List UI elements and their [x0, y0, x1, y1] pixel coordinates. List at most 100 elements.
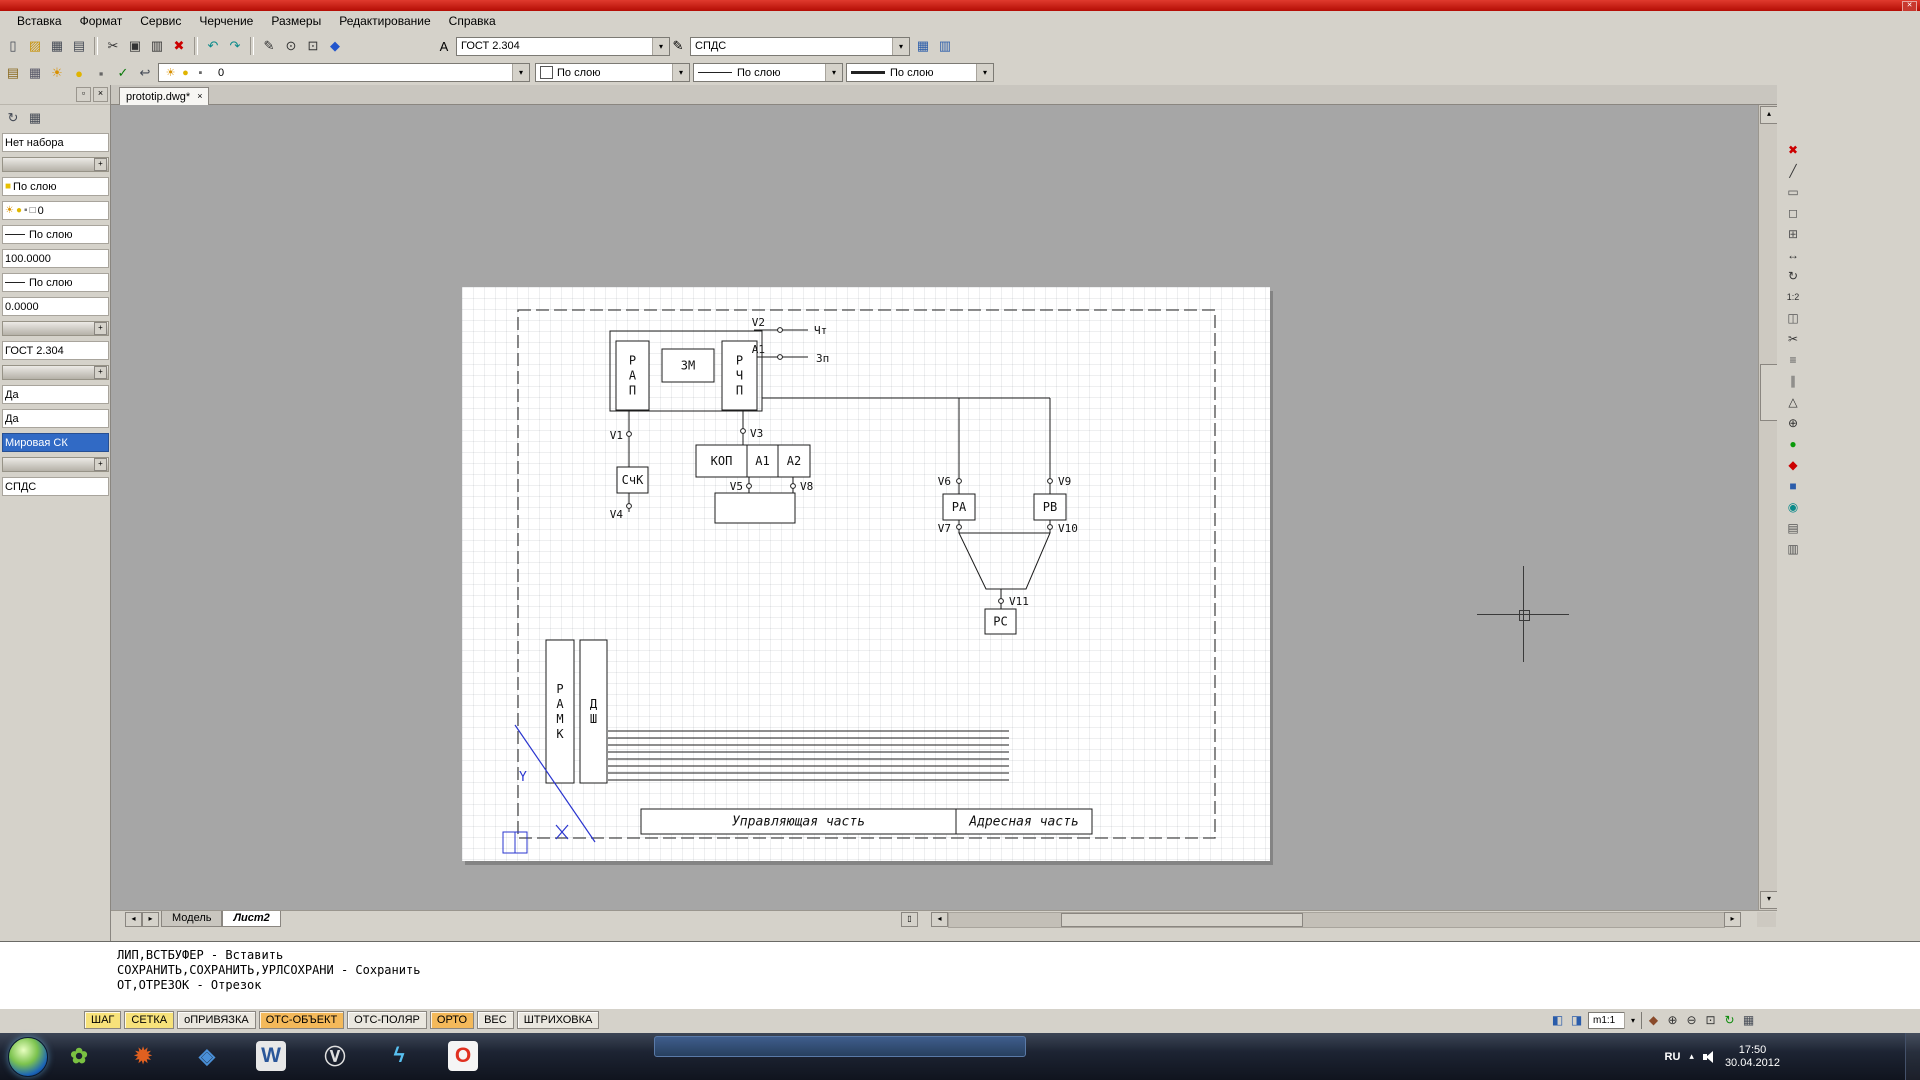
layer-on-icon[interactable]: ☀	[163, 66, 178, 79]
menu-item[interactable]: Черчение	[190, 11, 262, 32]
layer-lock-icon[interactable]: ▪	[193, 67, 208, 79]
rotate-tool-icon[interactable]: ↻	[1782, 266, 1804, 285]
word-icon[interactable]: W	[256, 1041, 286, 1071]
trim-tool-icon[interactable]: ✂	[1782, 329, 1804, 348]
scroll-thumb[interactable]	[1061, 913, 1303, 927]
property-section[interactable]: +	[2, 157, 109, 172]
chevron-down-icon[interactable]	[512, 64, 529, 81]
hatch-button[interactable]: ШТРИХОВКА	[517, 1011, 600, 1029]
language-indicator[interactable]: RU	[1665, 1051, 1681, 1063]
polygon-tool-icon[interactable]: ◻	[1782, 203, 1804, 222]
sheet-tool-icon[interactable]: ▤	[1782, 518, 1804, 537]
property-row[interactable]: Мировая СК	[2, 433, 109, 452]
section-toggle-icon[interactable]: +	[94, 366, 107, 379]
zoom-in-icon[interactable]: ⊕	[1663, 1011, 1682, 1029]
splitter-button[interactable]: ▯	[901, 912, 918, 927]
scroll-right-button[interactable]	[1724, 912, 1741, 927]
menu-item[interactable]: Размеры	[262, 11, 330, 32]
model-space-icon[interactable]: ◧	[1548, 1011, 1567, 1029]
chevron-down-icon[interactable]	[892, 38, 909, 55]
lightning-icon[interactable]: ϟ	[384, 1041, 414, 1071]
layers-tool-icon[interactable]: ≡	[1782, 350, 1804, 369]
lineweight-button[interactable]: ВЕС	[477, 1011, 514, 1029]
start-button[interactable]	[8, 1037, 48, 1077]
lock-status-icon[interactable]: ◆	[1644, 1011, 1663, 1029]
property-row[interactable]: По слою	[2, 225, 109, 244]
scroll-left-button[interactable]	[931, 912, 948, 927]
drawing-sheet[interactable]: РАПЗМРЧПКОПА1А2СчКРАРВРСРАМКДШУправляюща…	[462, 287, 1270, 861]
tab-scroll-right-button[interactable]	[142, 912, 159, 927]
show-desktop-button[interactable]	[1905, 1033, 1920, 1080]
panel-categories-icon[interactable]: ▦	[24, 107, 46, 129]
property-row[interactable]: Нет набора	[2, 133, 109, 152]
property-row[interactable]: Да	[2, 409, 109, 428]
volume-icon[interactable]	[1703, 1051, 1716, 1063]
panel-pin-icon[interactable]: ▫	[76, 87, 91, 102]
lineweight-combo[interactable]: По слою	[846, 63, 994, 82]
chevron-down-icon[interactable]	[825, 64, 842, 81]
tab-scroll-left-button[interactable]	[125, 912, 142, 927]
panel-refresh-icon[interactable]: ↻	[2, 107, 24, 129]
menu-item[interactable]: Справка	[440, 11, 505, 32]
property-row[interactable]: Да	[2, 385, 109, 404]
line-tool-icon[interactable]: ╱	[1782, 161, 1804, 180]
messenger-icon[interactable]: ◈	[192, 1041, 222, 1071]
document-close-icon[interactable]: ×	[197, 92, 202, 101]
palette-teal-icon[interactable]: ◉	[1782, 497, 1804, 516]
opera-icon[interactable]: O	[448, 1041, 478, 1071]
clock[interactable]: 17:50 30.04.2012	[1725, 1044, 1780, 1070]
move-tool-icon[interactable]: ↔	[1782, 245, 1804, 264]
cut-icon[interactable]: ✂	[102, 35, 124, 57]
drawing-canvas[interactable]: РАПЗМРЧПКОПА1А2СчКРАРВРСРАМКДШУправляюща…	[111, 105, 1777, 910]
scroll-down-button[interactable]	[1760, 891, 1777, 909]
model-tab[interactable]: Модель	[161, 911, 222, 927]
property-section[interactable]: +	[2, 457, 109, 472]
chevron-down-icon[interactable]	[1624, 1012, 1641, 1029]
paste-icon[interactable]: ▥	[146, 35, 168, 57]
taskbar-window-button[interactable]	[654, 1036, 1026, 1057]
icq-icon[interactable]: ✿	[64, 1041, 94, 1071]
section-toggle-icon[interactable]: +	[94, 322, 107, 335]
sun-icon[interactable]: ☀	[46, 62, 68, 84]
palette-blue-icon[interactable]: ■	[1782, 476, 1804, 495]
linetype-combo[interactable]: По слою	[693, 63, 843, 82]
section-toggle-icon[interactable]: +	[94, 158, 107, 171]
tray-expand-icon[interactable]	[1689, 1051, 1694, 1062]
property-row[interactable]: ГОСТ 2.304	[2, 341, 109, 360]
horizontal-scrollbar[interactable]	[948, 912, 1725, 928]
status-red-icon[interactable]: ◆	[1782, 455, 1804, 474]
property-section[interactable]: +	[2, 321, 109, 336]
layer-lamp-icon[interactable]: ●	[178, 67, 193, 79]
add-tool-icon[interactable]: ⊕	[1782, 413, 1804, 432]
chevron-down-icon[interactable]	[672, 64, 689, 81]
copy-icon[interactable]: ▣	[124, 35, 146, 57]
scroll-up-button[interactable]	[1760, 106, 1777, 124]
section-toggle-icon[interactable]: +	[94, 458, 107, 471]
tools-icon[interactable]: ✹	[128, 1041, 158, 1071]
color-combo[interactable]: По слою	[535, 63, 690, 82]
layers-icon[interactable]: ▤	[2, 62, 24, 84]
property-row[interactable]: СПДС	[2, 477, 109, 496]
save-icon[interactable]: ▦	[46, 35, 68, 57]
property-row[interactable]: 100.0000	[2, 249, 109, 268]
text-style-combo[interactable]: ГОСТ 2.304	[456, 37, 670, 56]
menu-item[interactable]: Формат	[71, 11, 132, 32]
scale-tool-icon[interactable]: 1:2	[1782, 287, 1804, 306]
scale-combo[interactable]: m1:1	[1588, 1012, 1642, 1029]
panel-close-icon[interactable]: ✖	[1782, 140, 1804, 159]
zoom-out-icon[interactable]: ⊖	[1682, 1011, 1701, 1029]
delete-icon[interactable]: ✖	[168, 35, 190, 57]
pencil-icon[interactable]: ✎	[258, 35, 280, 57]
ortho-button[interactable]: ОРТО	[430, 1011, 474, 1029]
property-row[interactable]: ☀●▪□0	[2, 201, 109, 220]
menu-item[interactable]: Сервис	[131, 11, 190, 32]
table-icon[interactable]: ▦	[912, 35, 934, 57]
regen-icon[interactable]: ↻	[1720, 1011, 1739, 1029]
osnap-button[interactable]: оПРИВЯЗКА	[177, 1011, 256, 1029]
sheet2-tab[interactable]: Лист2	[222, 911, 280, 927]
redo-icon[interactable]: ↷	[224, 35, 246, 57]
triangle-tool-icon[interactable]: △	[1782, 392, 1804, 411]
print-icon[interactable]: ▤	[68, 35, 90, 57]
paper-space-icon[interactable]: ◨	[1567, 1011, 1586, 1029]
vertical-scrollbar[interactable]	[1758, 105, 1777, 910]
